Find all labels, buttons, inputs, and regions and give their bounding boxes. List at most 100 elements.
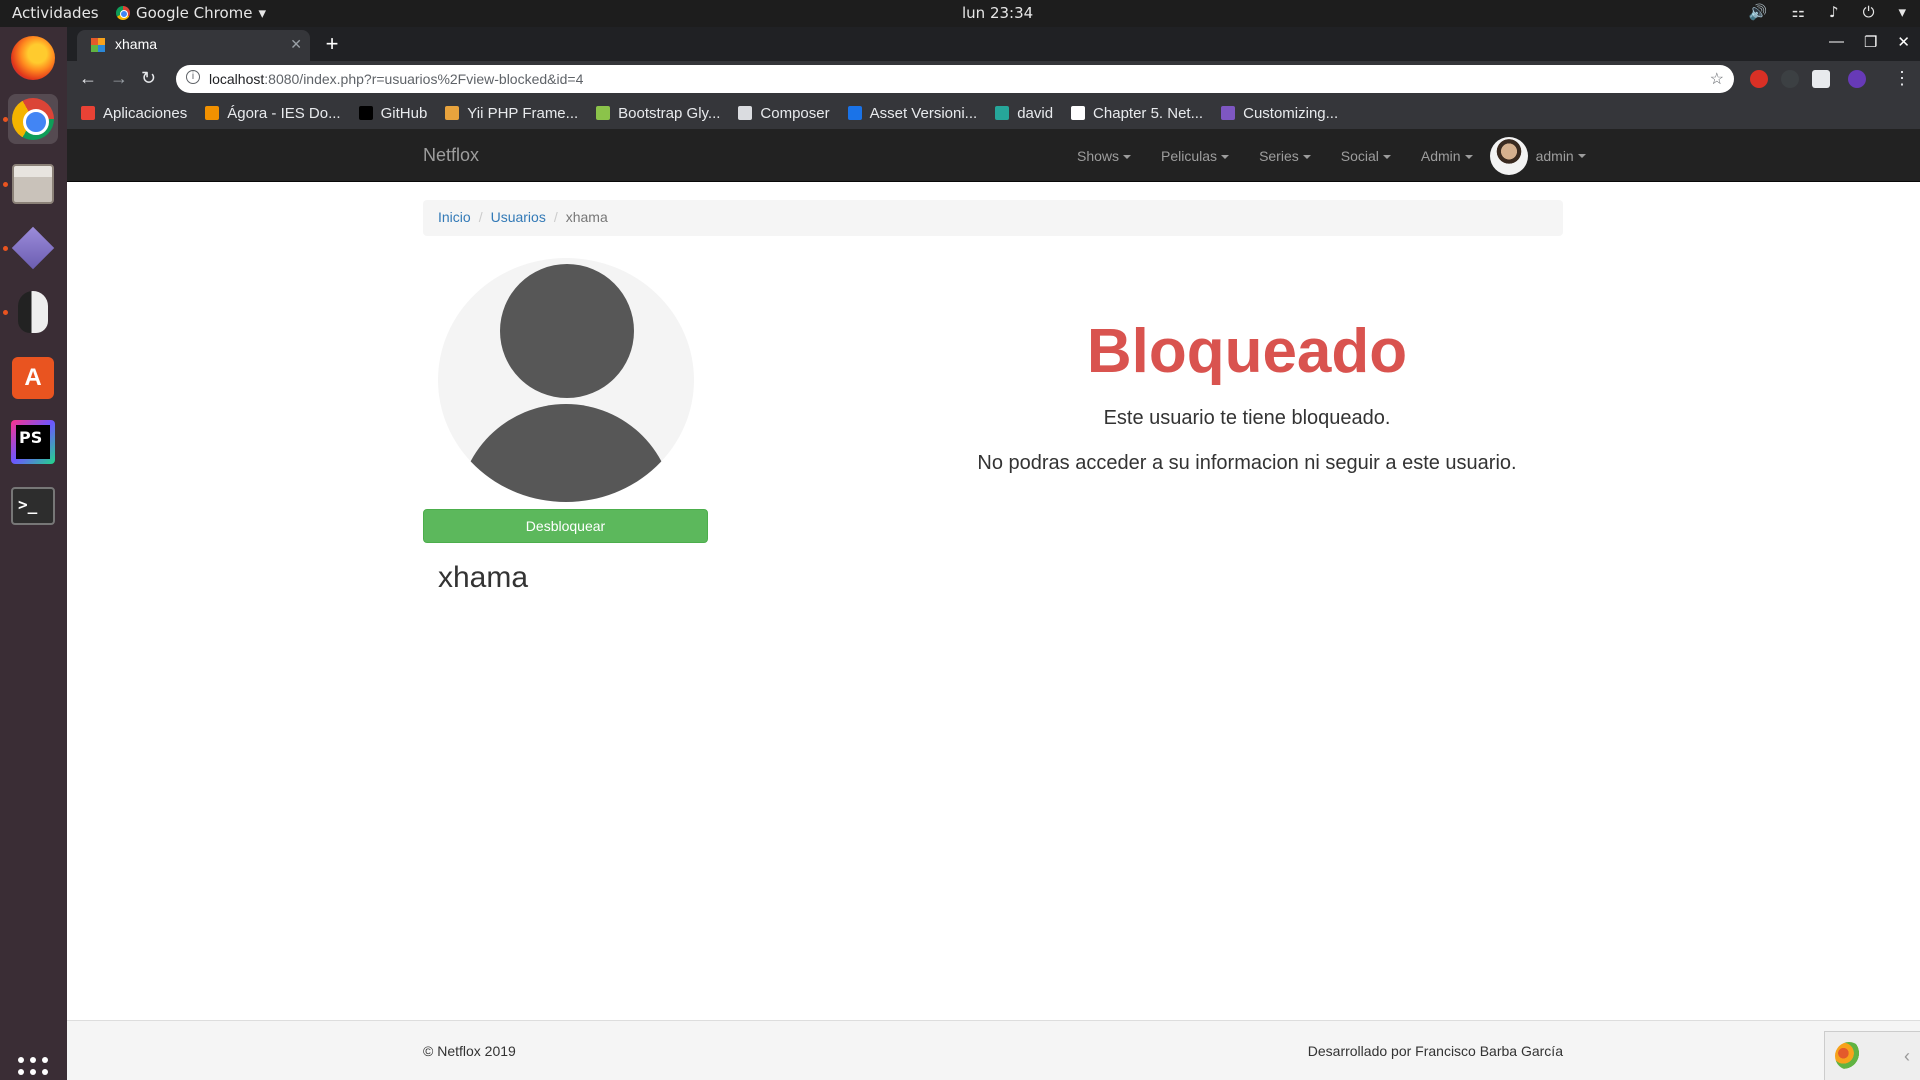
activities-button[interactable]: Actividades [12, 4, 99, 22]
show-applications-icon[interactable] [18, 1057, 48, 1080]
nav-links: Shows Peliculas Series Social Admin admi… [1062, 129, 1601, 182]
dock-files[interactable] [8, 159, 58, 209]
bookmark-item[interactable]: david [995, 105, 1053, 122]
dock-software[interactable]: A [8, 353, 58, 403]
bookmark-item[interactable]: Asset Versioni... [847, 105, 977, 122]
bookmark-item[interactable]: Composer [738, 105, 830, 122]
web-page: Netflox Shows Peliculas Series Social Ad… [67, 129, 1920, 1080]
footer-credits: Desarrollado por Francisco Barba García [1307, 1043, 1563, 1059]
chevron-down-icon: ▾ [258, 4, 267, 22]
nav-admin[interactable]: Admin [1406, 148, 1488, 164]
blocked-message: Este usuario te tiene bloqueado. [1103, 407, 1391, 429]
bookmark-item[interactable]: GitHub [358, 105, 427, 122]
extension-dark-icon[interactable] [1781, 70, 1799, 88]
menu-dots-icon[interactable]: ⋮ [1893, 68, 1911, 89]
volume-icon[interactable]: 🔊 [1749, 3, 1768, 21]
bookmark-item[interactable]: Yii PHP Frame... [445, 105, 578, 122]
bookmark-item[interactable]: Ágora - IES Do... [205, 105, 341, 122]
url-host: localhost [209, 71, 265, 87]
nav-peliculas[interactable]: Peliculas [1146, 148, 1244, 164]
dock-phpstorm[interactable]: PS [8, 417, 58, 467]
bookmark-star-icon[interactable]: ☆ [1710, 69, 1724, 89]
caret-icon [1221, 154, 1230, 159]
blocked-detail: No podras acceder a su informacion ni se… [977, 452, 1517, 474]
breadcrumb-current: xhama [565, 209, 608, 225]
breadcrumb-separator: / [478, 209, 483, 225]
minimize-icon[interactable]: — [1829, 33, 1844, 51]
caret-icon [1464, 154, 1473, 159]
bookmark-label: Yii PHP Frame... [467, 104, 579, 122]
bookmark-item[interactable]: Chapter 5. Net... [1071, 105, 1203, 122]
running-indicator [3, 310, 8, 315]
bookmark-label: Chapter 5. Net... [1093, 104, 1204, 122]
yii-debug-toolbar-toggle[interactable]: ‹ [1824, 1031, 1920, 1080]
extension-red-icon[interactable] [1750, 70, 1768, 88]
forward-icon[interactable]: → [110, 68, 128, 89]
dock-firefox[interactable] [8, 33, 58, 83]
back-icon[interactable]: ← [79, 68, 97, 89]
unblock-button[interactable]: Desbloquear [423, 509, 708, 543]
avatar-body [458, 404, 674, 502]
dock-terminal[interactable]: >_ [8, 481, 58, 531]
url-path: :8080/index.php?r=usuarios%2Fview-blocke… [264, 71, 584, 87]
caret-icon [1382, 154, 1391, 159]
system-tray[interactable]: 🔊 ⚏ ♪ ⏻ ▾ [1749, 3, 1906, 21]
tab-xhama[interactable]: xhama ✕ [77, 30, 310, 61]
site-footer: © Netflox 2019 Desarrollado por Francisc… [67, 1020, 1920, 1080]
app-menu[interactable]: Google Chrome ▾ [116, 4, 266, 22]
reload-icon[interactable]: ↻ [141, 68, 156, 89]
penguin-icon [18, 291, 48, 333]
address-bar[interactable]: i localhost:8080/index.php?r=usuarios%2F… [176, 65, 1734, 93]
info-icon[interactable]: i [186, 70, 200, 84]
apps-grid-icon [81, 106, 95, 120]
site-brand[interactable]: Netflox [423, 145, 479, 166]
chevron-left-icon: ‹ [1904, 1046, 1910, 1066]
profile-icon[interactable] [1848, 70, 1866, 88]
running-indicator [3, 182, 8, 187]
breadcrumb: Inicio / Usuarios / xhama [423, 200, 1563, 236]
nav-social[interactable]: Social [1326, 148, 1406, 164]
running-indicator [3, 117, 8, 122]
bookmark-item[interactable]: Customizing... [1221, 105, 1338, 122]
shield-icon [847, 106, 862, 120]
sound-icon[interactable]: ♪ [1829, 3, 1839, 21]
david-icon [995, 106, 1010, 120]
bookmarks-bar: Aplicaciones Ágora - IES Do... GitHub Yii P… [67, 97, 1920, 129]
nav-shows[interactable]: Shows [1062, 148, 1146, 164]
extension-grid-icon[interactable] [1812, 70, 1830, 88]
breadcrumb-users[interactable]: Usuarios [491, 209, 546, 225]
tab-title: xhama [115, 36, 158, 52]
nav-series[interactable]: Series [1244, 148, 1326, 164]
k-icon [1221, 106, 1236, 120]
bookmark-item[interactable]: Aplicaciones [81, 105, 187, 122]
dock-penguin[interactable] [8, 287, 58, 337]
breadcrumb-separator: / [553, 209, 558, 225]
dock-gitkraken[interactable] [8, 223, 58, 273]
dock-chrome[interactable] [8, 94, 58, 144]
running-indicator [3, 246, 8, 251]
bookmark-label: Bootstrap Gly... [618, 104, 721, 122]
profile-avatar [438, 258, 694, 502]
power-icon[interactable]: ⏻ [1863, 3, 1875, 21]
phpstorm-icon: PS [11, 420, 55, 464]
close-icon[interactable]: ✕ [290, 36, 302, 53]
footer-copyright: © Netflox 2019 [423, 1043, 516, 1059]
network-icon[interactable]: ⚏ [1792, 3, 1805, 21]
software-store-icon: A [12, 357, 54, 399]
new-tab-button[interactable]: + [319, 32, 345, 58]
breadcrumb-home[interactable]: Inicio [438, 209, 471, 225]
caret-icon [1577, 153, 1586, 158]
system-top-bar: Actividades Google Chrome ▾ lun 23:34 🔊 … [0, 0, 1920, 27]
chevron-down-icon[interactable]: ▾ [1898, 3, 1906, 21]
bookmark-item[interactable]: Bootstrap Gly... [596, 105, 720, 122]
yii-logo-icon [1835, 1042, 1863, 1070]
user-menu[interactable]: admin [1488, 136, 1601, 175]
yii-favicon-icon [91, 38, 105, 52]
agora-icon [205, 106, 220, 120]
close-window-icon[interactable]: ✕ [1897, 33, 1910, 51]
clock[interactable]: lun 23:34 [962, 4, 1033, 22]
restore-icon[interactable]: ❐ [1864, 33, 1877, 51]
user-menu-label: admin [1535, 147, 1574, 164]
site-navbar: Netflox Shows Peliculas Series Social Ad… [67, 129, 1920, 182]
chrome-icon [12, 98, 54, 140]
